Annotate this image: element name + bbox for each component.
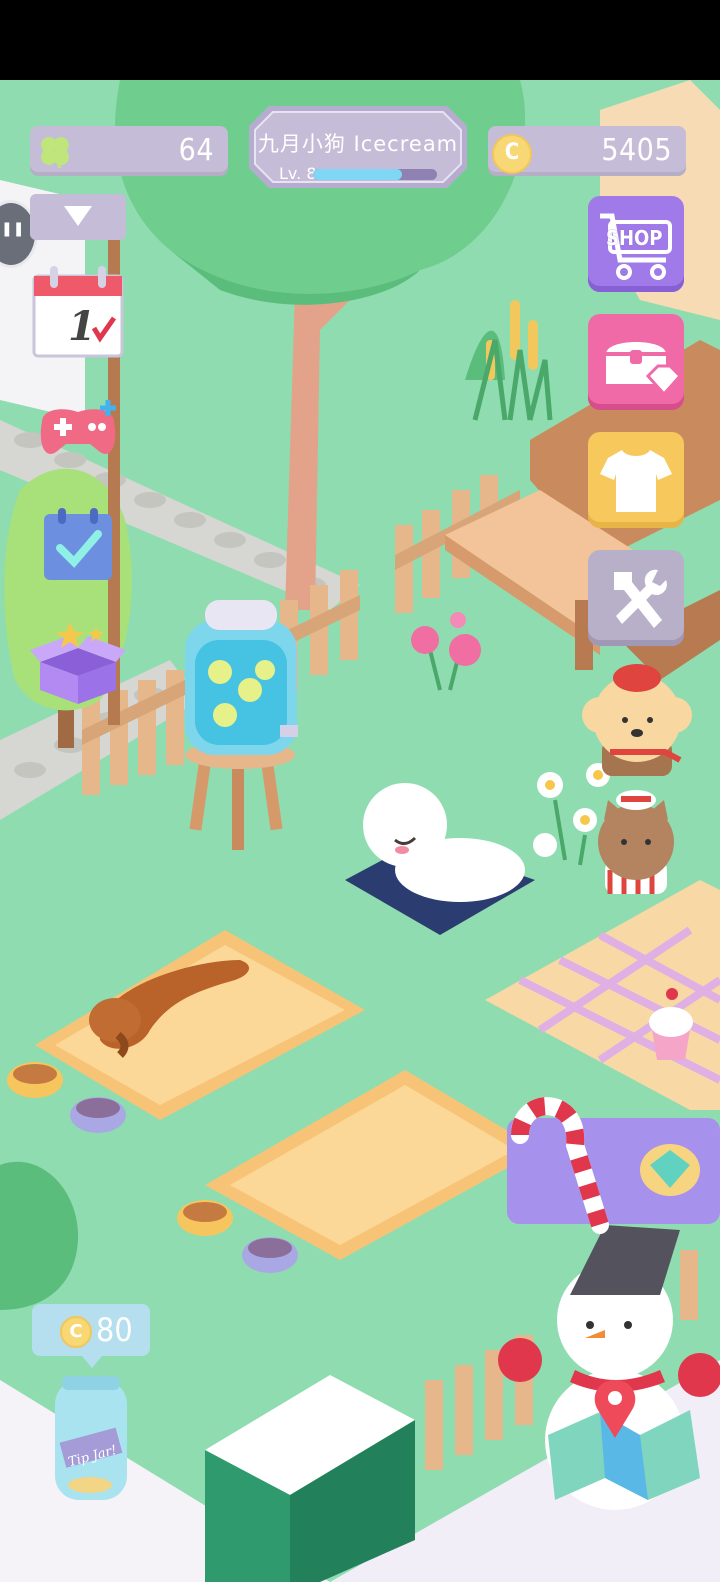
build-tools-button[interactable] xyxy=(588,550,684,646)
tip-jar-label: Tip Jar! xyxy=(67,1443,119,1470)
daily-calendar-button[interactable]: 1 xyxy=(30,262,126,358)
tasks-button[interactable] xyxy=(30,500,126,596)
shop-button[interactable]: SHOP xyxy=(588,196,684,292)
wardrobe-button[interactable] xyxy=(588,432,684,528)
calendar-icon: 1 xyxy=(32,266,124,358)
tip-jar-label-text: Tip Jar! xyxy=(67,1443,119,1470)
tip-jar-price[interactable]: 80 xyxy=(32,1304,150,1368)
player-name-plate[interactable]: 九月小狗 Icecream Lv. 8 xyxy=(247,104,469,190)
coin-icon xyxy=(492,134,532,174)
gamepad-icon xyxy=(40,400,116,454)
gift-box-icon xyxy=(30,622,126,704)
gift-box-button[interactable] xyxy=(30,612,126,708)
tip-price-value: 80 xyxy=(96,1311,133,1349)
t-shirt-icon xyxy=(600,450,672,512)
treasure-chest-button[interactable] xyxy=(588,314,684,410)
shop-label: SHOP xyxy=(606,226,663,250)
checklist-icon xyxy=(44,508,112,580)
clover-count: 64 xyxy=(178,133,214,168)
hammer-wrench-icon xyxy=(614,569,667,628)
coin-counter[interactable]: 5405 xyxy=(488,126,686,176)
calendar-day: 1 xyxy=(68,303,96,350)
xp-progress-bar xyxy=(313,169,437,180)
special-offer-banner[interactable] xyxy=(507,1097,720,1234)
minigame-button[interactable] xyxy=(30,382,126,478)
coin-icon xyxy=(60,1316,92,1348)
player-level: Lv. 8 xyxy=(279,164,317,183)
collapse-menu-button[interactable] xyxy=(30,194,126,240)
clover-counter[interactable]: 64 xyxy=(30,126,228,176)
npc-cat[interactable] xyxy=(598,790,674,894)
xp-progress-fill xyxy=(313,169,403,180)
treasure-chest-icon xyxy=(606,342,683,397)
game-screen: 64 九月小狗 Icecream Lv. 8 5405 1 xyxy=(0,0,720,1582)
player-name: 九月小狗 Icecream xyxy=(257,132,459,156)
coin-count: 5405 xyxy=(601,133,672,168)
clover-icon xyxy=(41,137,69,169)
